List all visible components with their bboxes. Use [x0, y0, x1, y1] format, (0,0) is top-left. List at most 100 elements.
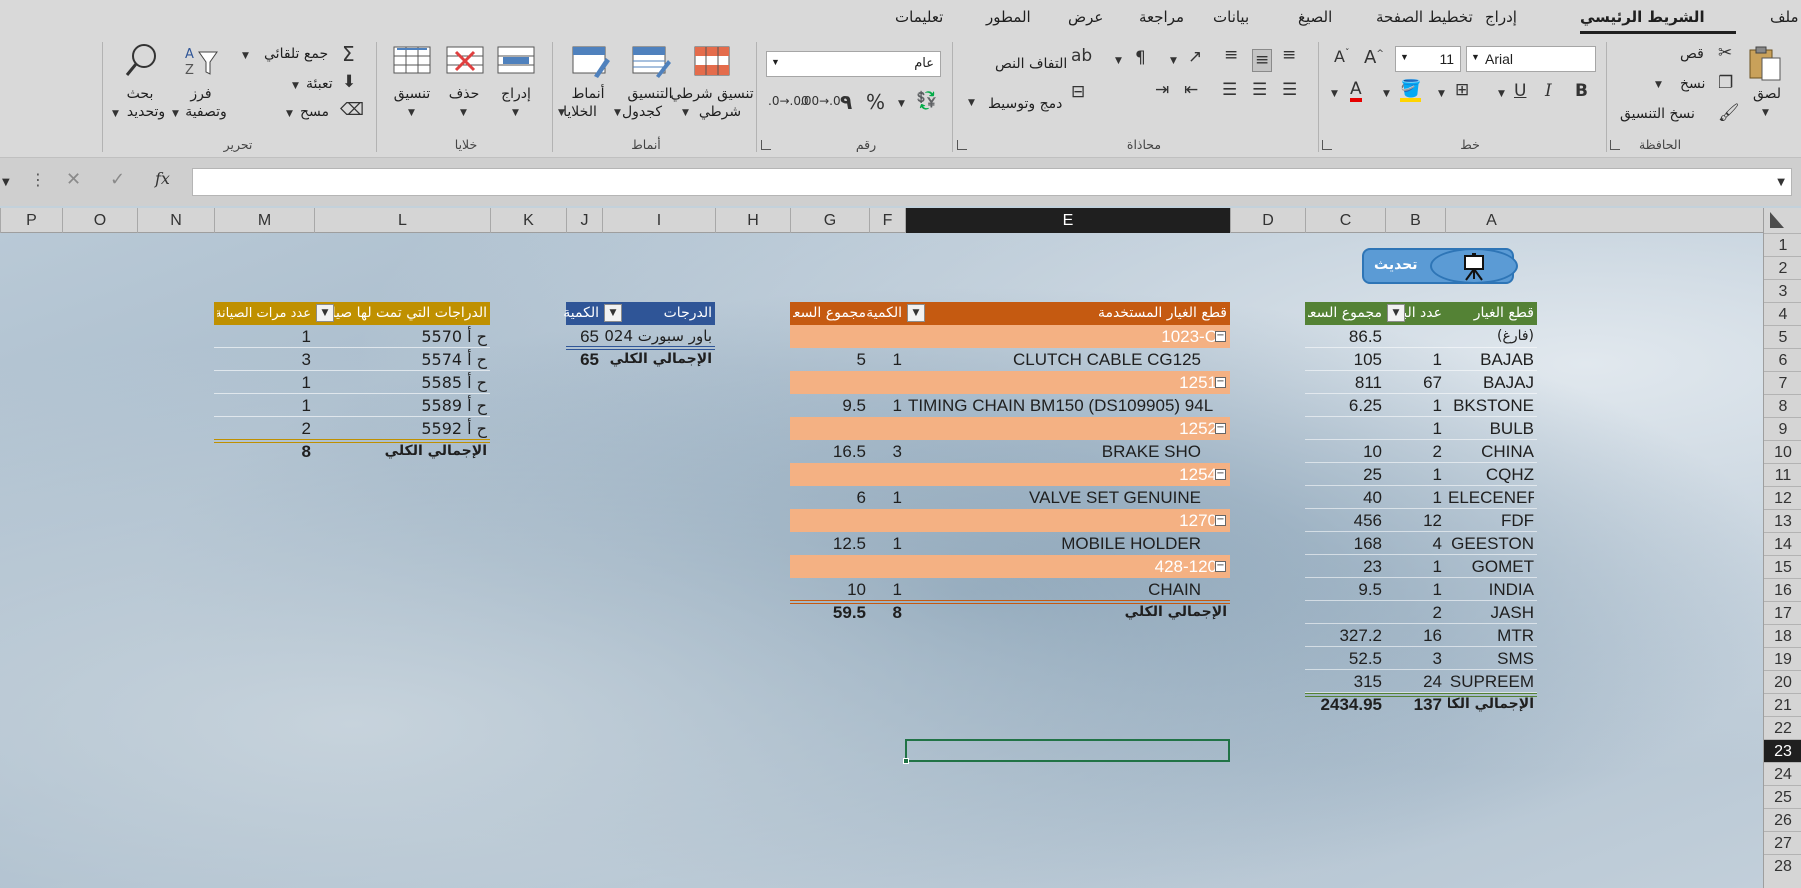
chevron-down-icon[interactable]: ▼ — [771, 57, 780, 67]
row-header-1[interactable]: 1 — [1764, 233, 1801, 256]
chevron-down-icon[interactable]: ▼ — [460, 108, 467, 118]
tab-data[interactable]: بيانات — [1213, 8, 1249, 26]
expand-formula-icon[interactable]: ▼ — [1777, 177, 1785, 188]
chevron-down-icon[interactable]: ▼ — [614, 108, 621, 118]
row-header-19[interactable]: 19 — [1764, 647, 1801, 670]
row-header-10[interactable]: 10 — [1764, 440, 1801, 463]
column-header-c[interactable]: C — [1305, 208, 1385, 233]
grow-font-icon[interactable]: A^ — [1364, 49, 1384, 67]
column-header-d[interactable]: D — [1230, 208, 1305, 233]
copy-button[interactable]: نسخ — [1680, 76, 1705, 92]
font-color-icon[interactable]: A — [1350, 81, 1362, 102]
font-name-combo[interactable]: Arial ▼ — [1466, 46, 1596, 72]
chevron-down-icon[interactable]: ▼ — [242, 51, 249, 61]
row-header-28[interactable]: 28 — [1764, 854, 1801, 877]
fill-button[interactable]: تعبئة — [306, 76, 333, 92]
autosum-icon[interactable]: Σ — [342, 44, 355, 64]
clipboard-launcher-icon[interactable] — [1610, 140, 1620, 150]
pivot2-filter-button[interactable]: ▼ — [907, 304, 925, 322]
borders-icon[interactable]: ⊞ — [1455, 82, 1469, 99]
align-bottom-icon[interactable]: ≡ — [1224, 47, 1238, 64]
sort-filter-label-2[interactable]: وتصفية — [185, 104, 227, 120]
comma-style-icon[interactable]: ٩ — [840, 92, 852, 112]
row-header-14[interactable]: 14 — [1764, 532, 1801, 555]
accounting-icon[interactable]: 💱 — [916, 93, 937, 110]
chevron-down-icon[interactable]: ▼ — [1438, 89, 1445, 99]
indent-increase-icon[interactable]: ⇤ — [1184, 82, 1198, 99]
number-launcher-icon[interactable] — [761, 140, 771, 150]
sort-filter-label[interactable]: فرز — [190, 86, 211, 102]
merge-center-icon[interactable]: ⊟ — [1071, 84, 1085, 101]
scissors-icon[interactable]: ✂ — [1718, 45, 1732, 62]
chevron-down-icon[interactable]: ▼ — [1762, 108, 1769, 118]
chevron-down-icon[interactable]: ▼ — [1115, 56, 1122, 66]
row-header-23[interactable]: 23 — [1764, 739, 1801, 762]
cell-styles-label-2[interactable]: الخلايا — [563, 104, 597, 120]
pivot1-filter-button[interactable]: ▼ — [1387, 304, 1405, 322]
format-cells-button[interactable]: تنسيق — [394, 86, 431, 102]
collapse-minus-icon[interactable]: − — [1215, 331, 1226, 342]
select-all-corner[interactable] — [1763, 208, 1801, 233]
row-header-25[interactable]: 25 — [1764, 785, 1801, 808]
chevron-down-icon[interactable]: ▼ — [968, 98, 975, 108]
chevron-down-icon[interactable]: ▼ — [1170, 56, 1177, 66]
percent-icon[interactable]: % — [866, 92, 885, 112]
row-header-22[interactable]: 22 — [1764, 716, 1801, 739]
pivot3-filter-button[interactable]: ▼ — [604, 304, 622, 322]
delete-cells-button[interactable]: حذف — [449, 86, 480, 102]
fill-handle[interactable] — [903, 758, 909, 764]
cancel-icon[interactable]: ✕ — [66, 171, 81, 189]
worksheet-grid[interactable]: تحديثقطع الغيارعدد البراندمجموع السعر▼(ف… — [0, 233, 1763, 888]
chevron-down-icon[interactable]: ▼ — [112, 109, 119, 119]
active-cell-selection[interactable] — [903, 739, 1230, 764]
column-header-p[interactable]: P — [0, 208, 62, 233]
bold-icon[interactable]: B — [1575, 83, 1588, 100]
column-header-a[interactable]: A — [1445, 208, 1537, 233]
pivot4-filter-button[interactable]: ▼ — [316, 304, 334, 322]
chevron-down-icon[interactable]: ▼ — [1471, 52, 1480, 62]
formula-input[interactable]: ▼ — [192, 168, 1792, 196]
row-header-15[interactable]: 15 — [1764, 555, 1801, 578]
collapse-minus-icon[interactable]: − — [1215, 469, 1226, 480]
magnifier-icon[interactable] — [124, 42, 160, 82]
chevron-down-icon[interactable]: ▼ — [1331, 89, 1338, 99]
indent-decrease-icon[interactable]: ⇥ — [1155, 82, 1169, 99]
conditional-formatting-label-2[interactable]: شرطي — [699, 104, 741, 120]
align-left-icon[interactable]: ☰ — [1222, 82, 1237, 99]
align-top-icon[interactable]: ≡ — [1282, 47, 1296, 64]
row-header-16[interactable]: 16 — [1764, 578, 1801, 601]
column-header-m[interactable]: M — [214, 208, 314, 233]
row-header-3[interactable]: 3 — [1764, 279, 1801, 302]
column-header-g[interactable]: G — [790, 208, 869, 233]
column-header-j[interactable]: J — [566, 208, 602, 233]
column-header-l[interactable]: L — [314, 208, 490, 233]
enter-check-icon[interactable]: ✓ — [110, 171, 125, 189]
chevron-down-icon[interactable]: ▼ — [292, 81, 299, 91]
tab-page-layout[interactable]: تخطيط الصفحة — [1376, 8, 1473, 26]
format-as-table-label[interactable]: التنسيق — [628, 86, 673, 102]
orientation-icon[interactable]: ↗ — [1188, 49, 1202, 66]
column-header-b[interactable]: B — [1385, 208, 1445, 233]
row-header-17[interactable]: 17 — [1764, 601, 1801, 624]
eraser-icon[interactable]: ⌫ — [340, 102, 364, 119]
row-header-9[interactable]: 9 — [1764, 417, 1801, 440]
chevron-down-icon[interactable]: ▼ — [1400, 52, 1409, 62]
align-right-icon[interactable]: ☰ — [1282, 82, 1297, 99]
tab-insert[interactable]: إدراج — [1485, 8, 1517, 26]
tab-home[interactable]: الشريط الرئيسي — [1580, 8, 1705, 26]
name-box-dropdown-icon[interactable]: ▼ — [2, 177, 10, 188]
collapse-minus-icon[interactable]: − — [1215, 561, 1226, 572]
align-center-icon[interactable]: ☰ — [1252, 82, 1267, 99]
refresh-button[interactable]: تحديث — [1362, 248, 1518, 284]
row-header-2[interactable]: 2 — [1764, 256, 1801, 279]
column-header-e[interactable]: E — [905, 208, 1230, 233]
column-header-i[interactable]: I — [602, 208, 715, 233]
more-options-icon[interactable]: ⋮ — [30, 172, 46, 188]
collapse-minus-icon[interactable]: − — [1215, 377, 1226, 388]
text-direction-icon[interactable]: ¶ — [1135, 50, 1146, 67]
chevron-down-icon[interactable]: ▼ — [286, 109, 293, 119]
format-as-table-label-2[interactable]: كجدول — [622, 104, 662, 120]
chevron-down-icon[interactable]: ▼ — [512, 108, 519, 118]
align-middle-icon[interactable]: ≡ — [1252, 49, 1273, 72]
tab-help[interactable]: تعليمات — [895, 8, 943, 26]
